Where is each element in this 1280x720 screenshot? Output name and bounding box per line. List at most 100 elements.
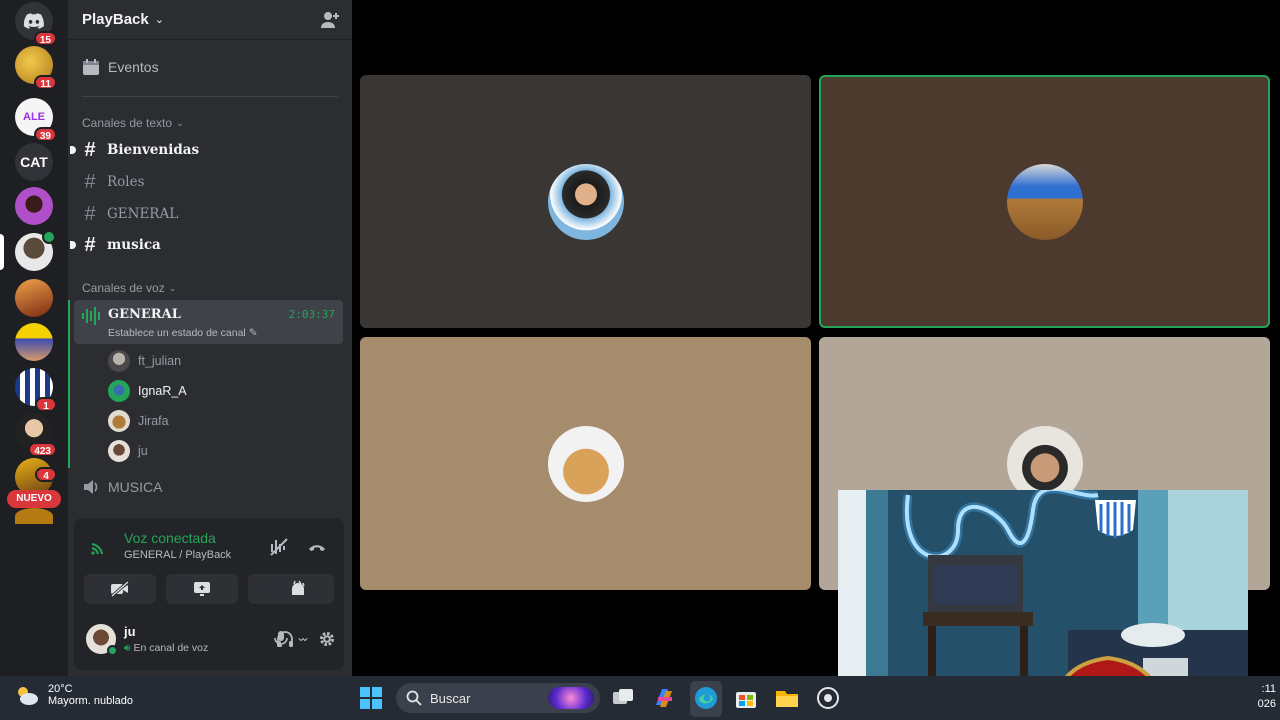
system-clock[interactable]: :11 026 [1258,682,1276,712]
copilot-icon[interactable] [651,685,677,711]
voice-channel-name: GENERAL [108,307,181,322]
gear-icon[interactable] [318,630,336,648]
user-area[interactable]: ju 🔊︎ En canal de voz ⌄ ⌄ [86,622,336,658]
channel-roles[interactable]: # Roles [76,168,344,196]
partly-cloudy-icon [18,687,38,705]
mention-badge: 423 [28,442,57,457]
server-icon-5[interactable]: 1 [15,368,57,412]
voice-channels-category[interactable]: Canales de voz ⌄ [82,281,176,295]
voice-user-name: ju [138,444,148,458]
channel-name: MUSICA [108,479,163,495]
server-icon-2[interactable] [15,187,53,225]
guild-name: PlayBack [82,11,149,28]
server-icon-1[interactable]: 11 [15,46,57,90]
task-view-icon[interactable] [610,685,636,711]
hash-icon: # [84,170,96,193]
server-icon-playback[interactable] [15,230,56,271]
server-icon-8[interactable] [15,508,53,524]
chevron-down-icon[interactable]: ⌄ [300,630,310,644]
windows-start-icon[interactable] [358,685,384,711]
guild-header[interactable]: PlayBack ⌄ [68,0,352,40]
avatar [108,350,130,372]
channel-name: musica [107,237,161,253]
weather-temperature: 20°C [48,683,73,695]
hash-icon: # [84,233,96,256]
hash-icon: # [84,138,96,161]
participant-avatar [1006,163,1083,240]
add-user-icon[interactable] [320,10,340,30]
online-status-dot [107,645,118,656]
channel-name: Bienvenidas [107,142,200,158]
chrome-icon[interactable] [815,685,841,711]
video-tile[interactable] [360,75,811,328]
calendar-icon [83,59,99,75]
camera-off-icon [111,581,129,597]
soundboard-icon [292,580,305,595]
new-unreads-pill[interactable]: NUEVO [7,490,61,508]
voice-user-name: ft_julian [138,354,182,368]
speaker-icon: 🔊︎ [124,642,131,654]
voice-user[interactable]: ju [108,438,148,464]
channel-general[interactable]: # GENERAL [76,200,344,228]
voice-user[interactable]: ft_julian [108,348,181,374]
chevron-down-icon: ⌄ [176,117,184,128]
camera-button[interactable] [84,574,156,604]
mention-badge: 39 [33,127,57,142]
avatar [108,440,130,462]
voice-user[interactable]: IgnaR_A [108,378,187,404]
voice-channel-general[interactable]: GENERAL Establece un estado de canal ✎ 2… [74,300,343,344]
divider [82,96,338,97]
edge-taskbar-active[interactable] [690,681,722,717]
search-placeholder: Buscar [430,690,471,706]
discord-logo-icon [23,13,44,29]
text-channels-category[interactable]: Canales de texto ⌄ [82,116,184,130]
video-tile[interactable] [360,337,811,590]
channel-musica[interactable]: # musica [70,231,344,259]
mention-badge: 15 [33,31,57,46]
clock-time: :11 [1261,683,1276,695]
server-rail: 15 11 ALE 39 CAT 1 423 4 NUEVO [0,0,68,676]
windows-taskbar: 20°C Mayorm. nublado Buscar :11 026 [0,676,1280,720]
noise-suppression-icon[interactable] [268,536,290,558]
clock-date: 026 [1257,698,1276,710]
video-tile-speaking[interactable] [819,75,1270,328]
user-status: 🔊︎ En canal de voz [124,642,209,654]
server-icon-3[interactable] [15,279,53,317]
search-icon [406,690,422,706]
channel-sidebar: PlayBack ⌄ Eventos Canales de texto ⌄ # … [68,0,352,676]
chevron-down-icon: ⌄ [168,282,177,293]
store-icon[interactable] [733,685,759,711]
call-timer: 2:03:37 [288,308,335,321]
server-icon-cat[interactable]: CAT [15,143,53,181]
server-icon-ale[interactable]: ALE 39 [15,98,57,142]
voice-activity-icon [82,307,100,325]
voice-channel-musica[interactable]: MUSICA [82,478,162,496]
channel-status-text[interactable]: Establece un estado de canal ✎ [108,327,258,339]
signal-icon[interactable] [90,538,108,556]
screen-share-icon [194,582,210,596]
voice-user[interactable]: Jirafa [108,408,169,434]
soundboard-button[interactable] [262,574,334,604]
headphones-icon[interactable] [276,630,294,648]
mention-badge: 4 [35,467,57,482]
category-label: Canales de texto [82,116,173,130]
taskbar-search[interactable]: Buscar [396,683,600,713]
speaker-icon [84,480,98,494]
weather-widget[interactable]: 20°C Mayorm. nublado [14,683,133,707]
participant-avatar [547,425,624,502]
events-item[interactable]: Eventos [82,58,159,76]
discord-home-button[interactable]: 15 [15,2,57,46]
server-icon-4[interactable] [15,323,53,361]
mention-badge: 1 [35,397,57,412]
file-explorer-icon[interactable] [774,685,800,711]
server-icon-6[interactable]: 423 [15,413,57,457]
channel-bienvenidas[interactable]: # Bienvenidas [70,136,344,164]
avatar [108,410,130,432]
voice-active-icon [42,230,56,244]
voice-user-name: Jirafa [138,414,169,428]
category-label: Canales de voz [82,281,165,295]
disconnect-icon[interactable] [306,536,328,558]
screen-share-button[interactable] [166,574,238,604]
chevron-down-icon: ⌄ [154,14,164,26]
hash-icon: # [84,202,96,225]
